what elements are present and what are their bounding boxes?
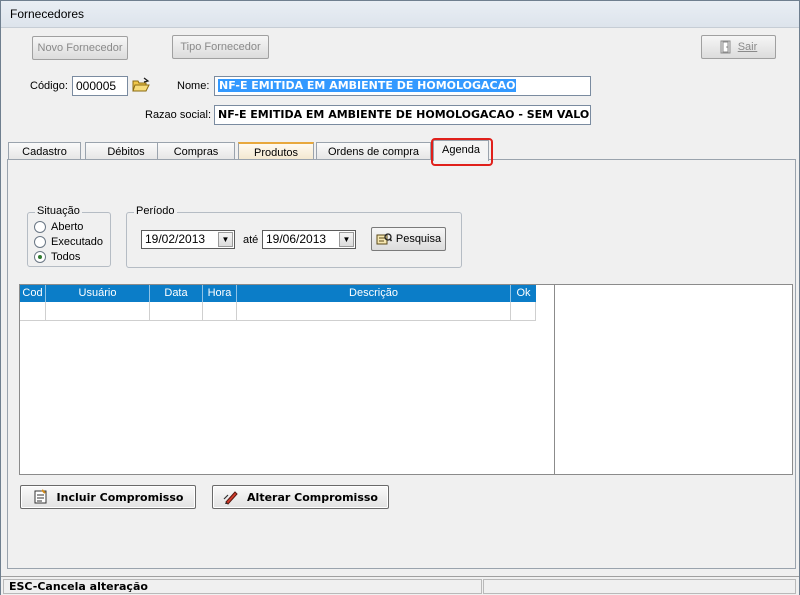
tab-debitos-label: Débitos [107, 146, 145, 158]
col-hora[interactable]: Hora [203, 285, 237, 302]
cell-usuario[interactable] [46, 302, 150, 321]
codigo-label: Código: [30, 80, 68, 92]
agenda-tab-highlight [431, 138, 493, 166]
window-title: Fornecedores [10, 7, 85, 21]
pesquisa-label: Pesquisa [395, 233, 442, 245]
ate-label: até [243, 234, 259, 246]
radio-aberto-circle[interactable] [34, 221, 46, 233]
cell-descricao[interactable] [237, 302, 511, 321]
situacao-group: Situação Aberto Executado Todos [27, 205, 111, 267]
cell-hora[interactable] [203, 302, 237, 321]
status-extra [483, 579, 796, 594]
cell-data[interactable] [150, 302, 203, 321]
razao-social-label: Razao social: [145, 109, 212, 121]
chevron-down-icon[interactable]: ▼ [339, 232, 354, 247]
nome-field[interactable]: NF-E EMITIDA EM AMBIENTE DE HOMOLOGACAO [214, 76, 591, 96]
chevron-down-icon[interactable]: ▼ [218, 232, 233, 247]
tab-ordens-label: Ordens de compra [327, 146, 420, 158]
situacao-title: Situação [35, 205, 82, 217]
radio-todos-label: Todos [51, 251, 81, 263]
cell-cod[interactable] [20, 302, 46, 321]
periodo-start-date[interactable]: 19/02/2013 ▼ [141, 230, 235, 249]
radio-executado-label: Executado [51, 236, 103, 248]
razao-social-value: NF-E EMITIDA EM AMBIENTE DE HOMOLOGACAO … [218, 108, 591, 121]
detail-panel[interactable] [554, 284, 793, 475]
agenda-grid[interactable]: Cod Usuário Data Hora Descrição Ok [19, 284, 555, 475]
radio-aberto[interactable]: Aberto [34, 221, 83, 233]
tipo-fornecedor-label: Tipo Fornecedor [180, 41, 261, 53]
exit-door-icon [720, 40, 732, 54]
tab-strip: Cadastro Débitos Compras Produtos Ordens… [1, 138, 800, 161]
col-cod[interactable]: Cod [20, 285, 46, 302]
incluir-compromisso-button[interactable]: Incluir Compromisso [20, 485, 196, 509]
tipo-fornecedor-button[interactable]: Tipo Fornecedor [172, 35, 269, 59]
radio-executado[interactable]: Executado [34, 236, 103, 248]
sair-button[interactable]: Sair [701, 35, 776, 59]
radio-todos[interactable]: Todos [34, 251, 80, 263]
nome-value: NF-E EMITIDA EM AMBIENTE DE HOMOLOGACAO [218, 79, 517, 92]
edit-pen-icon [223, 489, 239, 505]
col-data[interactable]: Data [150, 285, 203, 302]
col-descricao[interactable]: Descrição [237, 285, 511, 302]
status-message: ESC-Cancela alteração [3, 579, 482, 594]
col-usuario[interactable]: Usuário [46, 285, 150, 302]
periodo-start-value: 19/02/2013 [145, 232, 206, 246]
add-appointment-icon [33, 489, 49, 505]
grid-header: Cod Usuário Data Hora Descrição Ok [20, 285, 536, 302]
novo-fornecedor-label: Novo Fornecedor [37, 42, 123, 54]
tab-produtos-label: Produtos [253, 147, 299, 159]
periodo-title: Período [134, 205, 177, 217]
status-text: ESC-Cancela alteração [9, 580, 148, 593]
status-bar: ESC-Cancela alteração [1, 576, 799, 595]
nome-label: Nome: [177, 80, 210, 92]
radio-executado-circle[interactable] [34, 236, 46, 248]
pesquisa-button[interactable]: Pesquisa [371, 227, 446, 251]
col-ok[interactable]: Ok [511, 285, 536, 302]
periodo-end-date[interactable]: 19/06/2013 ▼ [262, 230, 356, 249]
search-binoculars-icon [376, 232, 392, 246]
codigo-field[interactable]: 000005 [72, 76, 128, 96]
novo-fornecedor-button[interactable]: Novo Fornecedor [32, 36, 128, 60]
codigo-value: 000005 [76, 79, 117, 93]
alterar-compromisso-button[interactable]: Alterar Compromisso [212, 485, 389, 509]
fornecedores-window: Fornecedores Novo Fornecedor Tipo Fornec… [0, 0, 800, 595]
table-row[interactable] [20, 302, 536, 321]
sair-label: Sair [737, 41, 758, 53]
radio-todos-circle[interactable] [34, 251, 46, 263]
alterar-compromisso-label: Alterar Compromisso [247, 490, 378, 504]
tab-cadastro-label: Cadastro [22, 146, 67, 158]
razao-social-field[interactable]: NF-E EMITIDA EM AMBIENTE DE HOMOLOGACAO … [214, 105, 591, 125]
tab-compras-label: Compras [173, 146, 219, 158]
radio-aberto-label: Aberto [51, 221, 84, 233]
incluir-compromisso-label: Incluir Compromisso [56, 490, 184, 504]
open-folder-icon[interactable] [132, 77, 150, 93]
cell-ok[interactable] [511, 302, 536, 321]
title-bar: Fornecedores [1, 1, 799, 28]
periodo-end-value: 19/06/2013 [266, 232, 327, 246]
